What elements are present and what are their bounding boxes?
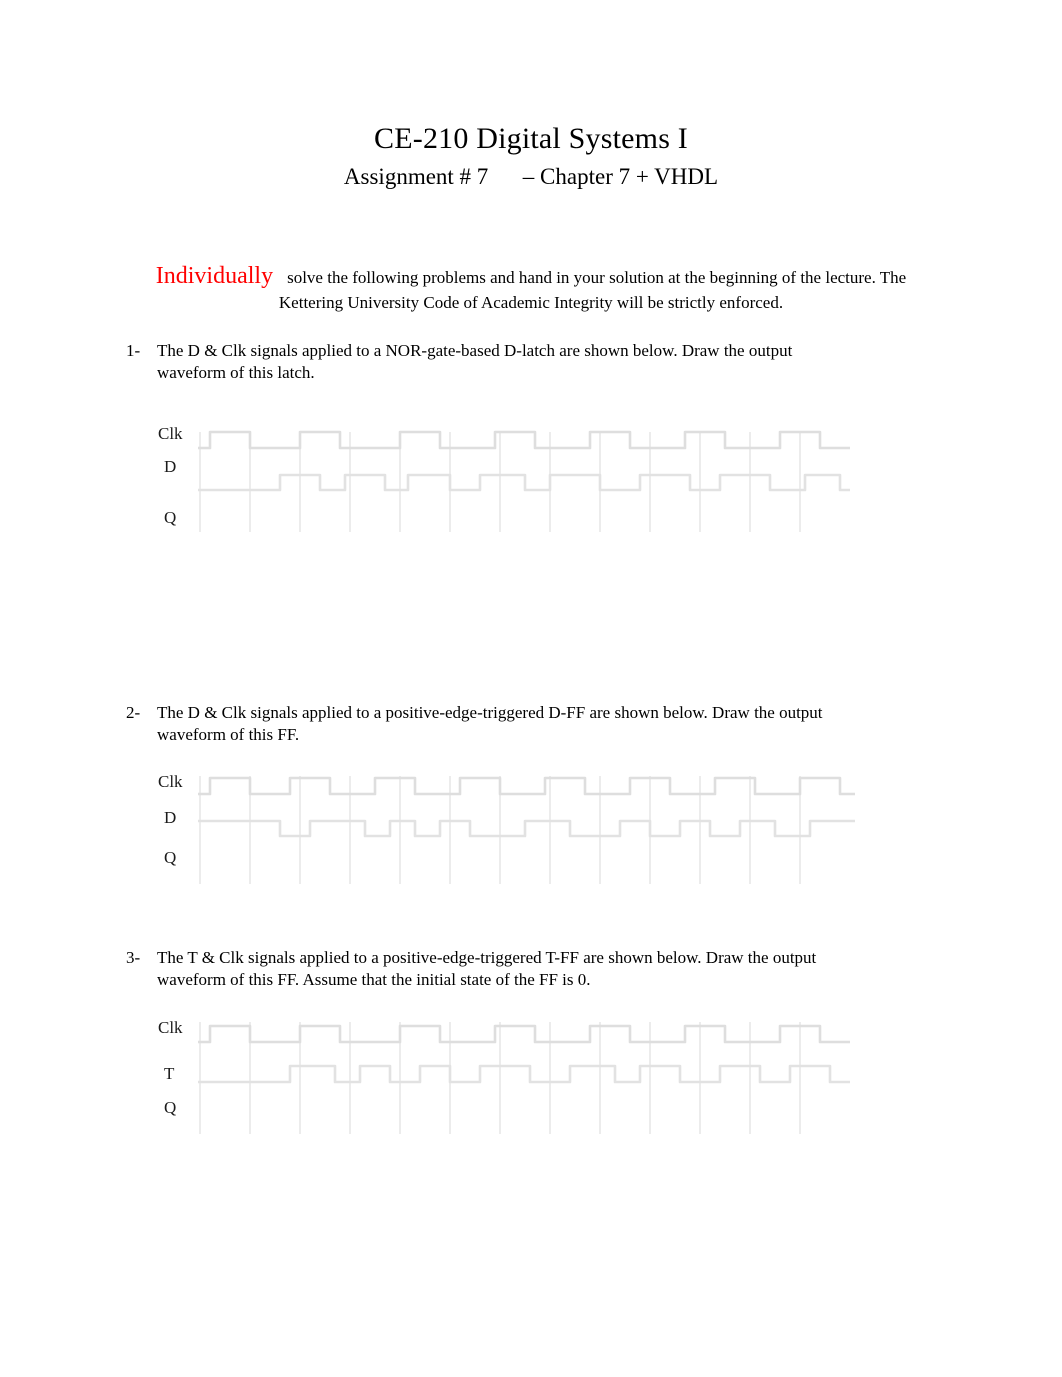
waveform-3-label-clk: Clk: [158, 1018, 183, 1037]
intro-text: solve the following problems and hand in…: [278, 268, 907, 312]
waveform-1-label-q: Q: [164, 508, 177, 527]
page-subtitle: Assignment # 7 – Chapter 7 + VHDL: [343, 164, 719, 189]
problem-3-text: The T & Clk signals applied to a positiv…: [157, 947, 938, 991]
problem-3-line-1: The T & Clk signals applied to a positiv…: [157, 948, 817, 967]
waveform-1-traces: [198, 430, 850, 532]
waveform-3-label-q: Q: [164, 1098, 177, 1117]
timing-diagram-3: Clk T Q: [150, 1012, 890, 1142]
problem-2-line-1: The D & Clk signals applied to a positiv…: [157, 703, 823, 722]
waveform-3-label-t: T: [164, 1064, 175, 1083]
waveform-2-label-d: D: [164, 808, 177, 827]
problem-1-line-1: The D & Clk signals applied to a NOR-gat…: [157, 341, 793, 360]
waveform-3-traces: [198, 1022, 850, 1134]
page-title: CE-210 Digital Systems I: [374, 122, 688, 155]
problem-1: 1- The D & Clk signals applied to a NOR-…: [126, 340, 938, 384]
waveform-2-label-q: Q: [164, 848, 177, 867]
waveform-1-label-clk: Clk: [158, 424, 183, 443]
waveform-2-traces: [198, 776, 855, 884]
title-block: CE-210 Digital Systems I Assignment # 7 …: [0, 120, 1062, 193]
waveform-2-label-clk: Clk: [158, 772, 183, 791]
problem-1-number: 1-: [126, 341, 141, 360]
timing-diagram-2: Clk D Q: [150, 766, 890, 891]
intro-paragraph: Individually solve the following problems…: [148, 264, 914, 315]
timing-diagram-1: Clk D Q: [150, 418, 890, 548]
problem-2-text: The D & Clk signals applied to a positiv…: [157, 702, 938, 746]
problem-3-line-2: waveform of this FF. Assume that the ini…: [157, 970, 591, 989]
document-page: CE-210 Digital Systems I Assignment # 7 …: [0, 0, 1062, 1377]
problem-2-line-2: waveform of this FF.: [157, 725, 300, 744]
problem-1-line-2: waveform of this latch.: [157, 363, 315, 382]
problem-2: 2- The D & Clk signals applied to a posi…: [126, 702, 938, 746]
waveform-1-label-d: D: [164, 457, 177, 476]
problem-3-number: 3-: [126, 948, 141, 967]
intro-highlight: Individually: [155, 263, 274, 289]
problem-3: 3- The T & Clk signals applied to a posi…: [126, 947, 938, 991]
problem-2-number: 2-: [126, 703, 141, 722]
problem-1-text: The D & Clk signals applied to a NOR-gat…: [157, 340, 938, 384]
